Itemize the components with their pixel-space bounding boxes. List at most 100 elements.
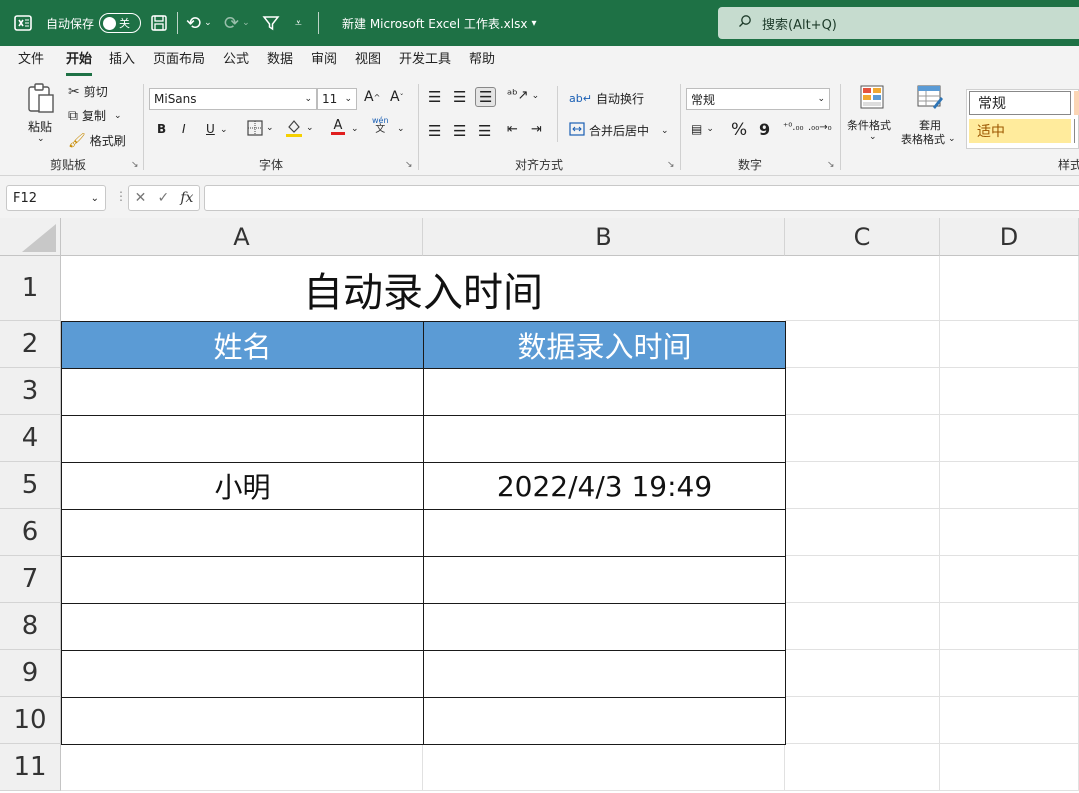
select-all-button[interactable]: [0, 218, 61, 256]
cell-d6[interactable]: [940, 509, 1079, 556]
comma-style-button[interactable]: 9: [759, 120, 770, 139]
file-name[interactable]: 新建 Microsoft Excel 工作表.xlsx ▾: [342, 0, 536, 46]
cell-c5[interactable]: [785, 462, 940, 509]
chevron-down-icon[interactable]: ⌄: [37, 134, 45, 144]
cell-d1[interactable]: [940, 256, 1079, 321]
cell-d10[interactable]: [940, 697, 1079, 744]
font-color-button[interactable]: A: [331, 119, 345, 135]
fill-color-icon[interactable]: ⌄: [285, 118, 314, 138]
dialog-launcher-icon[interactable]: ↘: [131, 160, 139, 170]
chevron-down-icon[interactable]: ⌄: [869, 132, 877, 142]
style-neutral[interactable]: 适中: [969, 119, 1071, 143]
tab-review[interactable]: 审阅: [311, 46, 337, 76]
format-as-table-icon[interactable]: [917, 85, 943, 109]
align-bottom-icon[interactable]: ☰: [475, 87, 497, 107]
cell-a11[interactable]: [61, 744, 423, 791]
merged-title-cell[interactable]: 自动录入时间: [61, 256, 785, 321]
cell-a8[interactable]: [61, 603, 424, 651]
align-center-icon[interactable]: ☰: [453, 122, 466, 140]
column-header-d[interactable]: D: [940, 218, 1079, 256]
chevron-down-icon[interactable]: ⌄: [397, 124, 405, 134]
row-header-3[interactable]: 3: [0, 368, 61, 415]
dialog-launcher-icon[interactable]: ↘: [827, 160, 835, 170]
cell-b9[interactable]: [423, 650, 786, 698]
wrap-text-button[interactable]: ab↵ 自动换行: [569, 90, 644, 107]
cell-c4[interactable]: [785, 415, 940, 462]
chevron-down-icon[interactable]: ⌄: [220, 125, 228, 135]
column-header-a[interactable]: A: [61, 218, 423, 256]
tab-view[interactable]: 视图: [355, 46, 381, 76]
cell-c1[interactable]: [785, 256, 940, 321]
cell-d8[interactable]: [940, 603, 1079, 650]
cell-c11[interactable]: [785, 744, 940, 791]
cell-b4[interactable]: [423, 415, 786, 463]
row-header-9[interactable]: 9: [0, 650, 61, 697]
tab-home[interactable]: 开始: [66, 46, 93, 76]
align-right-icon[interactable]: ☰: [478, 122, 491, 140]
phonetic-guide-icon[interactable]: wén 文: [372, 116, 389, 135]
number-format-select[interactable]: 常规 ⌄: [686, 88, 830, 110]
cell-b10[interactable]: [423, 697, 786, 745]
cell-d2[interactable]: [940, 321, 1079, 368]
customize-toolbar-icon[interactable]: ⩡: [295, 0, 302, 46]
cell-a5[interactable]: 小明: [61, 462, 424, 510]
column-header-c[interactable]: C: [785, 218, 940, 256]
row-header-7[interactable]: 7: [0, 556, 61, 603]
style-normal[interactable]: 常规: [969, 91, 1071, 115]
tab-insert[interactable]: 插入: [109, 46, 135, 76]
cell-b5[interactable]: 2022/4/3 19:49: [423, 462, 786, 510]
orientation-icon[interactable]: ᵃᵇ↗ ⌄: [507, 88, 539, 103]
conditional-format-button[interactable]: 条件格式: [847, 117, 891, 133]
cell-c3[interactable]: [785, 368, 940, 415]
row-header-2[interactable]: 2: [0, 321, 61, 368]
cell-c7[interactable]: [785, 556, 940, 603]
decrease-font-icon[interactable]: Aˇ: [390, 89, 404, 105]
align-left-icon[interactable]: ☰: [428, 122, 441, 140]
check-icon[interactable]: ✓: [157, 190, 169, 206]
undo-icon[interactable]: ⟲ ⌄: [186, 0, 212, 46]
cell-d7[interactable]: [940, 556, 1079, 603]
cell-d9[interactable]: [940, 650, 1079, 697]
autosave-toggle[interactable]: 关: [99, 0, 141, 46]
decrease-decimal-icon[interactable]: .₀₀→₀: [808, 122, 832, 133]
increase-decimal-icon[interactable]: ⁺⁰.₀₀: [783, 122, 803, 133]
copy-button[interactable]: ⧉ 复制 ⌄: [68, 107, 122, 124]
filter-icon[interactable]: [262, 0, 280, 46]
cell-b8[interactable]: [423, 603, 786, 651]
cell-a9[interactable]: [61, 650, 424, 698]
tab-page-layout[interactable]: 页面布局: [153, 46, 205, 76]
row-header-5[interactable]: 5: [0, 462, 61, 509]
cell-a6[interactable]: [61, 509, 424, 557]
underline-button[interactable]: U: [206, 122, 215, 136]
search-box[interactable]: 搜索(Alt+Q): [718, 7, 1079, 39]
redo-icon[interactable]: ⟳ ⌄: [224, 0, 250, 46]
align-top-icon[interactable]: ☰: [428, 88, 441, 106]
row-header-6[interactable]: 6: [0, 509, 61, 556]
cell-d11[interactable]: [940, 744, 1079, 791]
cancel-icon[interactable]: ✕: [135, 190, 147, 206]
cell-c2[interactable]: [785, 321, 940, 368]
cut-button[interactable]: ✂ 剪切: [68, 83, 108, 100]
row-header-1[interactable]: 1: [0, 256, 61, 321]
font-size-select[interactable]: 11 ⌄: [317, 88, 357, 110]
increase-font-icon[interactable]: A ^: [364, 89, 380, 105]
cell-c8[interactable]: [785, 603, 940, 650]
increase-indent-icon[interactable]: ⇥: [531, 122, 542, 137]
cell-d4[interactable]: [940, 415, 1079, 462]
conditional-format-icon[interactable]: [860, 85, 884, 109]
tab-formulas[interactable]: 公式: [223, 46, 249, 76]
insert-function-button[interactable]: fx: [180, 190, 193, 206]
row-header-4[interactable]: 4: [0, 415, 61, 462]
paste-button[interactable]: 粘贴: [28, 118, 52, 135]
tab-developer[interactable]: 开发工具: [399, 46, 451, 76]
name-box[interactable]: F12 ⌄: [6, 185, 106, 211]
border-icon[interactable]: ⌄: [247, 120, 274, 136]
cell-b11[interactable]: [423, 744, 785, 791]
font-name-select[interactable]: MiSans ⌄: [149, 88, 317, 110]
tab-data[interactable]: 数据: [267, 46, 293, 76]
row-header-10[interactable]: 10: [0, 697, 61, 744]
format-painter-button[interactable]: 🖌 格式刷: [68, 132, 126, 149]
row-header-8[interactable]: 8: [0, 603, 61, 650]
cell-c6[interactable]: [785, 509, 940, 556]
cell-a7[interactable]: [61, 556, 424, 604]
